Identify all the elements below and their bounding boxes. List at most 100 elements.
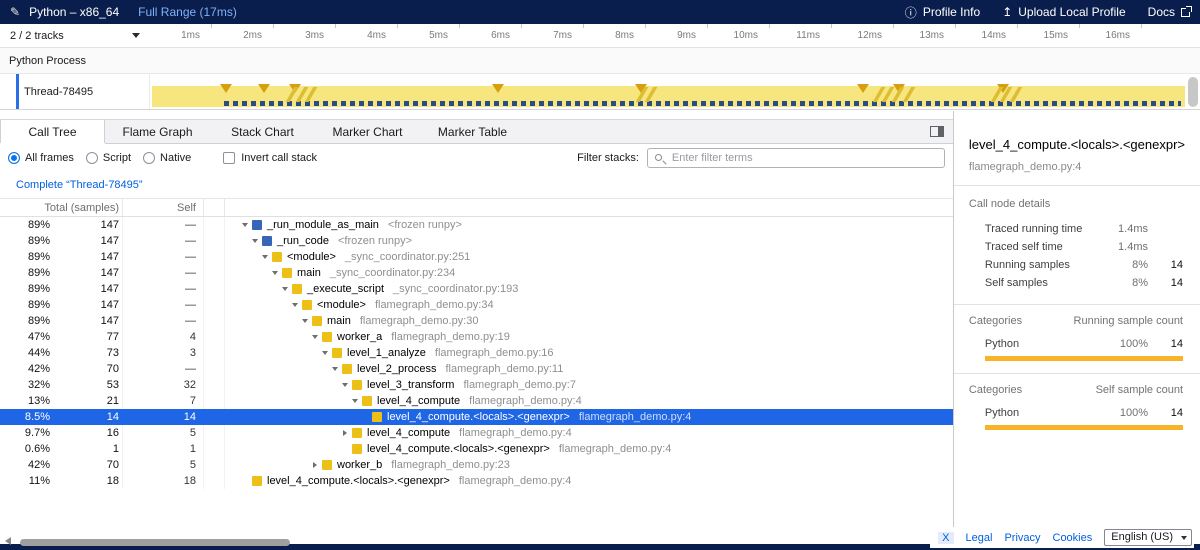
activity-graph[interactable] [152, 86, 1185, 107]
tracks-dropdown[interactable]: 2 / 2 tracks [0, 24, 150, 47]
checkbox-icon[interactable] [223, 152, 235, 164]
detail-count: 14 [1148, 259, 1183, 271]
self-cell: 1 [123, 441, 204, 457]
call-tree-row[interactable]: 89%147—main_sync_coordinator.py:234 [0, 265, 953, 281]
call-tree-row[interactable]: 47%774worker_aflamegraph_demo.py:19 [0, 329, 953, 345]
call-tree-row[interactable]: 9.7%165level_4_computeflamegraph_demo.py… [0, 425, 953, 441]
call-tree-row[interactable]: 11%1818level_4_compute.<locals>.<genexpr… [0, 473, 953, 489]
source-location: _sync_coordinator.py:234 [330, 267, 455, 279]
process-track-header[interactable]: Python Process [0, 48, 1200, 74]
app-header: ✎ Python – x86_64 Full Range (17ms) ⓘ Pr… [0, 0, 1200, 24]
source-location: flamegraph_demo.py:4 [559, 443, 672, 455]
expander-open[interactable] [280, 287, 290, 291]
footer-close-link[interactable]: X [938, 532, 953, 544]
call-tree-row[interactable]: 13%217level_4_computeflamegraph_demo.py:… [0, 393, 953, 409]
track-marker-icon[interactable] [258, 84, 270, 93]
upload-profile-button[interactable]: ↥ Upload Local Profile [1002, 5, 1125, 19]
function-name: _execute_script [307, 283, 384, 295]
call-tree-row[interactable]: 42%705worker_bflamegraph_demo.py:23 [0, 457, 953, 473]
filter-input[interactable] [647, 148, 945, 168]
expander-open[interactable] [300, 319, 310, 323]
total-cell: 47%77 [0, 329, 123, 345]
track-marker-icon[interactable] [492, 84, 504, 93]
tab-call-tree[interactable]: Call Tree [0, 120, 105, 143]
horizontal-scrollbar-thumb[interactable] [20, 539, 290, 546]
ruler-tick: 10ms [708, 24, 770, 47]
total-samples: 147 [50, 235, 119, 247]
full-range-link[interactable]: Full Range (17ms) [138, 5, 237, 19]
expander-open[interactable] [260, 255, 270, 259]
triangle-down-icon [282, 287, 288, 291]
expander-open[interactable] [320, 351, 330, 355]
footer-link-legal[interactable]: Legal [966, 532, 993, 544]
expander-open[interactable] [330, 367, 340, 371]
call-tree-row[interactable]: 89%147—<module>_sync_coordinator.py:251 [0, 249, 953, 265]
expander-closed[interactable] [340, 430, 350, 436]
detail-label: Traced running time [985, 223, 1098, 235]
tab-stack-chart[interactable]: Stack Chart [210, 120, 315, 143]
profile-info-button[interactable]: ⓘ Profile Info [905, 4, 980, 21]
expander-open[interactable] [290, 303, 300, 307]
total-cell: 42%70 [0, 457, 123, 473]
call-tree-row[interactable]: 89%147—_execute_script_sync_coordinator.… [0, 281, 953, 297]
call-tree-row[interactable]: 32%5332level_3_transformflamegraph_demo.… [0, 377, 953, 393]
call-tree-row[interactable]: 89%147—<module>flamegraph_demo.py:34 [0, 297, 953, 313]
call-tree-row[interactable]: 42%70—level_2_processflamegraph_demo.py:… [0, 361, 953, 377]
footer-link-privacy[interactable]: Privacy [1004, 532, 1040, 544]
tab-marker-chart[interactable]: Marker Chart [315, 120, 420, 143]
category-percent: 100% [1098, 338, 1148, 350]
call-tree-row[interactable]: 44%733level_1_analyzeflamegraph_demo.py:… [0, 345, 953, 361]
thread-track-label[interactable]: Thread-78495 [0, 74, 150, 109]
language-select[interactable]: English (US) [1104, 529, 1192, 546]
call-tree-row[interactable]: 89%147—mainflamegraph_demo.py:30 [0, 313, 953, 329]
call-tree-row[interactable]: 8.5%1414level_4_compute.<locals>.<genexp… [0, 409, 953, 425]
total-samples: 77 [50, 331, 119, 343]
source-location: flamegraph_demo.py:16 [435, 347, 554, 359]
total-percent: 9.7% [0, 427, 50, 439]
radio-icon [8, 152, 20, 164]
timeline-ruler-row: 2 / 2 tracks 1ms2ms3ms4ms5ms6ms7ms8ms9ms… [0, 24, 1200, 48]
docs-link[interactable]: Docs [1148, 5, 1190, 19]
filter-input-wrapper [647, 148, 945, 168]
expander-open[interactable] [250, 239, 260, 243]
edit-profile-name-icon[interactable]: ✎ [10, 5, 20, 19]
thread-activity-track[interactable] [150, 74, 1185, 109]
radio-label: Script [103, 152, 131, 164]
total-cell: 89%147 [0, 281, 123, 297]
call-tree-row[interactable]: 0.6%11level_4_compute.<locals>.<genexpr>… [0, 441, 953, 457]
expander-open[interactable] [270, 271, 280, 275]
category-icon [372, 412, 382, 422]
function-name: main [327, 315, 351, 327]
sidebar-toggle-button[interactable] [921, 120, 953, 143]
expander-open[interactable] [340, 383, 350, 387]
frame-cell: level_4_compute.<locals>.<genexpr>flameg… [225, 441, 953, 457]
total-samples: 147 [50, 315, 119, 327]
sidebar: level_4_compute.<locals>.<genexpr> flame… [954, 111, 1200, 537]
spacer-cell [204, 361, 225, 377]
expander-open[interactable] [240, 223, 250, 227]
footer-link-cookies[interactable]: Cookies [1053, 532, 1093, 544]
track-marker-icon[interactable] [220, 84, 232, 93]
spacer-cell [204, 425, 225, 441]
expander-open[interactable] [310, 335, 320, 339]
invert-call-stack-toggle[interactable]: Invert call stack [223, 152, 317, 164]
expander-open[interactable] [350, 399, 360, 403]
call-tree-row[interactable]: 89%147—_run_code<frozen runpy> [0, 233, 953, 249]
category-icon [352, 428, 362, 438]
radio-native[interactable]: Native [143, 152, 191, 164]
tab-flame-graph[interactable]: Flame Graph [105, 120, 210, 143]
expander-closed[interactable] [310, 462, 320, 468]
radio-all-frames[interactable]: All frames [8, 152, 74, 164]
scroll-left-arrow[interactable] [5, 537, 11, 545]
breadcrumb-complete-thread[interactable]: Complete “Thread-78495” [16, 179, 143, 191]
self-cell: 7 [123, 393, 204, 409]
call-tree-row[interactable]: 89%147—_run_module_as_main<frozen runpy> [0, 217, 953, 233]
profile-name[interactable]: Python – x86_64 [29, 5, 119, 19]
detail-label: Running samples [985, 259, 1098, 271]
source-location: flamegraph_demo.py:34 [375, 299, 494, 311]
track-marker-icon[interactable] [857, 84, 869, 93]
tracks-scrollbar[interactable] [1188, 77, 1198, 107]
total-samples: 70 [50, 363, 119, 375]
radio-script[interactable]: Script [86, 152, 131, 164]
tab-marker-table[interactable]: Marker Table [420, 120, 525, 143]
